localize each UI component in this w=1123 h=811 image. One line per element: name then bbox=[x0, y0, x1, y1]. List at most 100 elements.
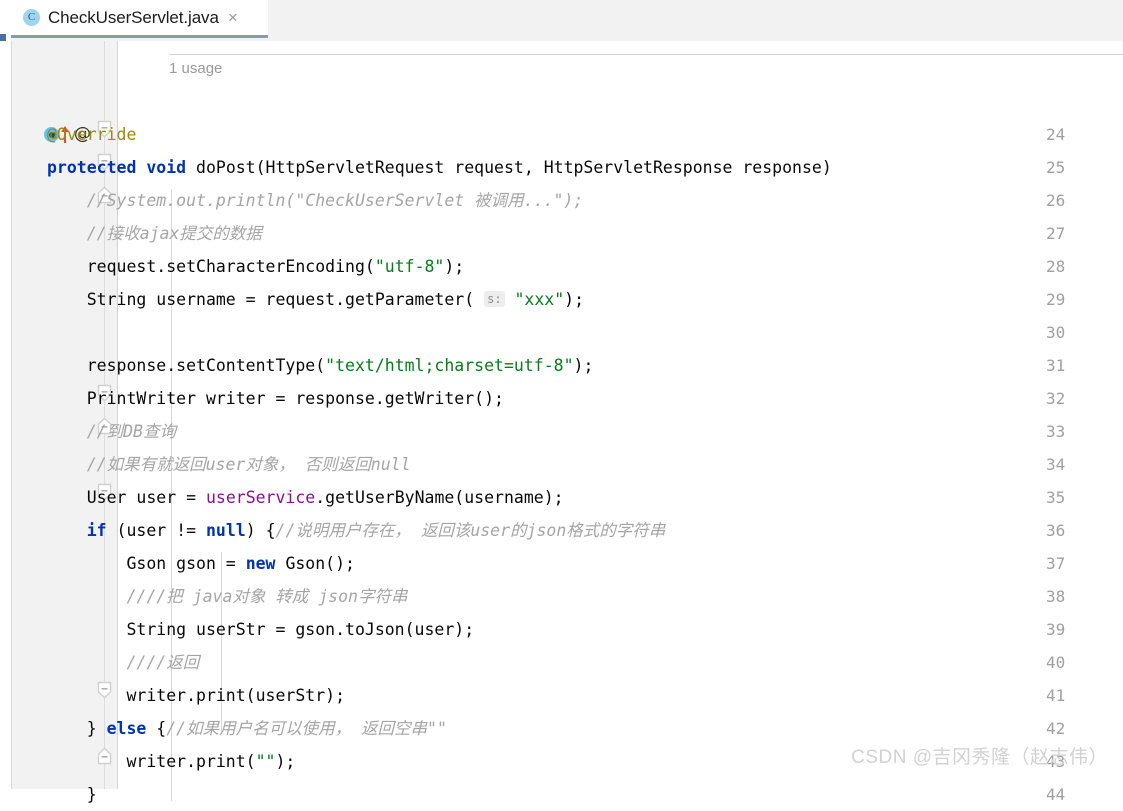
code-text[interactable]: writer.print(userStr); bbox=[47, 679, 345, 712]
code-text[interactable]: writer.print(""); bbox=[47, 745, 295, 778]
code-token-plain: } bbox=[47, 719, 107, 738]
line-number[interactable]: 29 bbox=[1018, 283, 1123, 316]
code-line: 30 bbox=[0, 316, 1123, 349]
line-number[interactable]: 33 bbox=[1018, 415, 1123, 448]
code-token-fld: userService bbox=[205, 488, 316, 507]
parameter-hint-badge: s: bbox=[484, 291, 505, 307]
code-token-cmt: ////把 java对象 转成 json字符串 bbox=[47, 587, 408, 606]
code-text[interactable]: //System.out.println("CheckUserServlet 被… bbox=[47, 184, 584, 217]
code-token-plain: ); bbox=[275, 752, 296, 771]
close-icon[interactable]: × bbox=[228, 9, 238, 26]
code-line: 41 writer.print(userStr); bbox=[0, 679, 1123, 712]
line-number[interactable]: 42 bbox=[1018, 712, 1123, 745]
code-token-plain: ); bbox=[564, 290, 585, 309]
code-token-plain: ); bbox=[573, 356, 594, 375]
line-number[interactable]: 44 bbox=[1018, 778, 1123, 811]
code-token-kw: else bbox=[106, 719, 157, 738]
code-token-kw: new bbox=[245, 554, 286, 573]
line-number[interactable]: 32 bbox=[1018, 382, 1123, 415]
tab-check-user-servlet[interactable]: C CheckUserServlet.java × bbox=[11, 0, 268, 38]
line-number[interactable]: 24 bbox=[1018, 118, 1123, 151]
code-line: 40 ////返回 bbox=[0, 646, 1123, 679]
code-token-plain: response.setContentType( bbox=[47, 356, 326, 375]
code-line: 28 request.setCharacterEncoding("utf-8")… bbox=[0, 250, 1123, 283]
line-number[interactable]: 25 bbox=[1018, 151, 1123, 184]
code-token-plain: Gson(); bbox=[285, 554, 355, 573]
code-line: 37 Gson gson = new Gson(); bbox=[0, 547, 1123, 580]
csdn-watermark: CSDN @吉冈秀隆（赵志伟） bbox=[851, 747, 1108, 768]
code-token-plain: ); bbox=[444, 257, 465, 276]
code-token-plain: request.setCharacterEncoding( bbox=[47, 257, 375, 276]
line-number[interactable]: 27 bbox=[1018, 217, 1123, 250]
code-line: 42 } else {//如果用户名可以使用， 返回空串"" bbox=[0, 712, 1123, 745]
code-token-plain: (user != bbox=[116, 521, 206, 540]
code-token-plain: doPost(HttpServletRequest request, HttpS… bbox=[196, 158, 832, 177]
code-text[interactable]: PrintWriter writer = response.getWriter(… bbox=[47, 382, 504, 415]
line-number[interactable]: 41 bbox=[1018, 679, 1123, 712]
java-class-icon: C bbox=[23, 9, 40, 26]
code-text[interactable]: //到DB查询 bbox=[47, 415, 176, 448]
line-number[interactable]: 37 bbox=[1018, 547, 1123, 580]
code-line: 26 //System.out.println("CheckUserServle… bbox=[0, 184, 1123, 217]
code-token-plain: .getUserByName(username); bbox=[315, 488, 564, 507]
code-token-plain: } bbox=[47, 785, 97, 804]
code-line: 33 //到DB查询 bbox=[0, 415, 1123, 448]
code-text[interactable]: User user = userService.getUserByName(us… bbox=[47, 481, 564, 514]
code-token-cmt: //接收ajax提交的数据 bbox=[47, 224, 262, 243]
code-line: 39 String userStr = gson.toJson(user); bbox=[0, 613, 1123, 646]
code-text[interactable]: if (user != null) {//说明用户存在， 返回该user的jso… bbox=[47, 514, 666, 547]
code-text[interactable]: } else {//如果用户名可以使用， 返回空串"" bbox=[47, 712, 447, 745]
code-line: 32 PrintWriter writer = response.getWrit… bbox=[0, 382, 1123, 415]
code-token-cmt: //如果用户名可以使用， 返回空串"" bbox=[166, 719, 447, 738]
line-number[interactable]: 30 bbox=[1018, 316, 1123, 349]
code-editor[interactable]: 1 usage @ 24 @Override 25 protected void… bbox=[0, 41, 1123, 804]
code-token-cmt: //说明用户存在， 返回该user的json格式的字符串 bbox=[275, 521, 666, 540]
code-token-str: "xxx" bbox=[514, 290, 565, 309]
code-token-str: "utf-8" bbox=[374, 257, 445, 276]
code-line: 44 } bbox=[0, 778, 1123, 811]
line-number[interactable]: 38 bbox=[1018, 580, 1123, 613]
line-number[interactable]: 40 bbox=[1018, 646, 1123, 679]
line-number[interactable]: 28 bbox=[1018, 250, 1123, 283]
code-text[interactable]: request.setCharacterEncoding("utf-8"); bbox=[47, 250, 465, 283]
line-number[interactable]: 31 bbox=[1018, 349, 1123, 382]
code-text[interactable]: protected void doPost(HttpServletRequest… bbox=[47, 151, 832, 184]
code-token-plain: String username = request.getParameter( bbox=[47, 290, 485, 309]
code-line: 31 response.setContentType("text/html;ch… bbox=[0, 349, 1123, 382]
ide-window: C CheckUserServlet.java × 1 usage @ 24 @… bbox=[0, 0, 1123, 804]
line-number[interactable]: 35 bbox=[1018, 481, 1123, 514]
code-token-cmt: //System.out.println("CheckUserServlet 被… bbox=[47, 191, 584, 210]
code-token-plain: PrintWriter writer = response.getWriter(… bbox=[47, 389, 504, 408]
code-token-str: "text/html;charset=utf-8" bbox=[325, 356, 574, 375]
code-token-plain: writer.print( bbox=[47, 752, 256, 771]
code-token-kw: protected bbox=[47, 158, 147, 177]
usage-hint-row: 1 usage bbox=[0, 52, 1123, 85]
code-text[interactable]: @Override bbox=[47, 118, 136, 151]
usage-hint-label[interactable]: 1 usage bbox=[169, 52, 222, 85]
code-text[interactable]: ////把 java对象 转成 json字符串 bbox=[47, 580, 407, 613]
code-line: 35 User user = userService.getUserByName… bbox=[0, 481, 1123, 514]
code-line: 27 //接收ajax提交的数据 bbox=[0, 217, 1123, 250]
code-token-plain: { bbox=[156, 719, 167, 738]
line-number[interactable]: 39 bbox=[1018, 613, 1123, 646]
tab-label: CheckUserServlet.java bbox=[48, 7, 219, 27]
code-text[interactable]: Gson gson = new Gson(); bbox=[47, 547, 355, 580]
code-text[interactable]: } bbox=[47, 778, 97, 811]
code-text[interactable]: response.setContentType("text/html;chars… bbox=[47, 349, 594, 382]
code-token-kw: void bbox=[146, 158, 197, 177]
line-number[interactable]: 36 bbox=[1018, 514, 1123, 547]
code-text[interactable]: //如果有就返回user对象， 否则返回null bbox=[47, 448, 411, 481]
code-text[interactable]: String username = request.getParameter( … bbox=[47, 283, 584, 318]
code-text[interactable]: ////返回 bbox=[47, 646, 199, 679]
code-token-kw: if bbox=[47, 521, 117, 540]
code-line: 36 if (user != null) {//说明用户存在， 返回该user的… bbox=[0, 514, 1123, 547]
line-number[interactable]: 34 bbox=[1018, 448, 1123, 481]
line-number[interactable]: 26 bbox=[1018, 184, 1123, 217]
code-token-cmt: //如果有就返回user对象， 否则返回null bbox=[47, 455, 411, 474]
code-text[interactable]: String userStr = gson.toJson(user); bbox=[47, 613, 474, 646]
code-line: 34 //如果有就返回user对象， 否则返回null bbox=[0, 448, 1123, 481]
code-line: 24 @Override bbox=[0, 118, 1123, 151]
code-token-plain: User user = bbox=[47, 488, 206, 507]
code-text[interactable]: //接收ajax提交的数据 bbox=[47, 217, 262, 250]
